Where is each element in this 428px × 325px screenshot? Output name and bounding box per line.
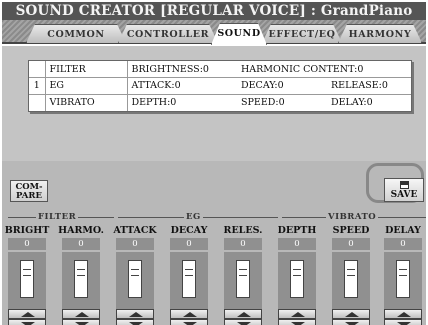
slider-decay[interactable]: DECAY 0 — [164, 221, 214, 325]
slider-knob[interactable] — [236, 260, 250, 298]
row-number — [29, 61, 45, 79]
slider-value: 0 — [62, 238, 100, 250]
up-arrow-button[interactable] — [278, 309, 316, 319]
up-arrow-button[interactable] — [384, 309, 422, 319]
param-value: BRIGHTNESS:0 — [126, 61, 237, 79]
param-value: HARMONIC CONTENT:0 — [237, 61, 411, 79]
up-arrow-button[interactable] — [224, 309, 262, 319]
slider-label: ATTACK — [113, 225, 157, 236]
down-arrow-button[interactable] — [116, 319, 154, 325]
down-arrow-button[interactable] — [224, 319, 262, 325]
slider-label: BRIGHT — [4, 225, 50, 236]
down-arrow-button[interactable] — [170, 319, 208, 325]
down-arrow-button[interactable] — [62, 319, 100, 325]
param-value: DEPTH:0 — [126, 94, 237, 111]
param-name: FILTER — [44, 61, 127, 79]
up-arrow-button[interactable] — [170, 309, 208, 319]
slider-knob[interactable] — [344, 260, 358, 298]
param-value: DELAY:0 — [331, 97, 373, 109]
save-disk-icon — [399, 181, 409, 189]
slider-knob[interactable] — [290, 260, 304, 298]
table-row[interactable]: 1 EG ATTACK:0 DECAY:0 RELEASE:0 — [29, 77, 411, 95]
param-value: ATTACK:0 — [126, 77, 237, 95]
table-row[interactable]: VIBRATO DEPTH:0 SPEED:0 DELAY:0 — [29, 94, 411, 111]
slider-track[interactable] — [278, 252, 316, 312]
slider-knob[interactable] — [128, 260, 142, 298]
compare-button[interactable]: COM- PARE — [10, 180, 48, 202]
save-label: SAVE — [390, 190, 418, 200]
up-arrow-button[interactable] — [8, 309, 46, 319]
tab-strip: COMMON CONTROLLER SOUND EFFECT/EQ HARMON… — [2, 20, 426, 44]
slider-track[interactable] — [384, 252, 422, 312]
screen-title: SOUND CREATOR [REGULAR VOICE] : GrandPia… — [2, 2, 426, 20]
slider-value: 0 — [332, 238, 370, 250]
slider-track[interactable] — [332, 252, 370, 312]
slider-knob[interactable] — [74, 260, 88, 298]
slider-track[interactable] — [116, 252, 154, 312]
tab-harmony[interactable]: HARMONY — [338, 24, 422, 43]
table-row[interactable]: FILTER BRIGHTNESS:0 HARMONIC CONTENT:0 — [29, 61, 411, 79]
up-arrow-button[interactable] — [62, 309, 100, 319]
parameter-table[interactable]: FILTER BRIGHTNESS:0 HARMONIC CONTENT:0 1… — [28, 60, 412, 112]
param-value: SPEED:0 — [241, 97, 285, 109]
tab-controller[interactable]: CONTROLLER — [118, 24, 218, 43]
param-value: RELEASE:0 — [327, 77, 411, 95]
down-arrow-button[interactable] — [332, 319, 370, 325]
slider-track[interactable] — [8, 252, 46, 312]
slider-label: DEPTH — [277, 225, 317, 236]
slider-label: RELES. — [223, 225, 263, 236]
up-arrow-button[interactable] — [116, 309, 154, 319]
tab-common[interactable]: COMMON — [26, 24, 126, 43]
slider-value: 0 — [224, 238, 262, 250]
row-number — [29, 94, 45, 111]
slider-attack[interactable]: ATTACK 0 — [110, 221, 160, 325]
slider-knob[interactable] — [20, 260, 34, 298]
slider-speed[interactable]: SPEED 0 — [326, 221, 376, 325]
slider-value: 0 — [170, 238, 208, 250]
slider-value: 0 — [116, 238, 154, 250]
slider-value: 0 — [384, 238, 422, 250]
slider-track[interactable] — [224, 252, 262, 312]
slider-label: DECAY — [170, 225, 208, 236]
slider-label: DELAY — [385, 225, 421, 236]
slider-track[interactable] — [62, 252, 100, 312]
row-number: 1 — [29, 77, 45, 95]
down-arrow-button[interactable] — [8, 319, 46, 325]
down-arrow-button[interactable] — [278, 319, 316, 325]
slider-harmonic[interactable]: HARMO. 0 — [56, 221, 106, 325]
slider-knob[interactable] — [396, 260, 410, 298]
slider-label: HARMO. — [58, 225, 104, 236]
param-name: EG — [44, 77, 127, 95]
slider-value: 0 — [8, 238, 46, 250]
slider-depth[interactable]: DEPTH 0 — [272, 221, 322, 325]
slider-release[interactable]: RELES. 0 — [218, 221, 268, 325]
slider-delay[interactable]: DELAY 0 — [378, 221, 428, 325]
up-arrow-button[interactable] — [332, 309, 370, 319]
param-name: VIBRATO — [44, 94, 127, 111]
slider-knob[interactable] — [182, 260, 196, 298]
tab-effect-eq[interactable]: EFFECT/EQ — [262, 24, 342, 43]
slider-label: SPEED — [332, 225, 370, 236]
slider-track[interactable] — [170, 252, 208, 312]
save-button[interactable]: SAVE — [384, 178, 424, 202]
slider-value: 0 — [278, 238, 316, 250]
slider-bright[interactable]: BRIGHT 0 — [2, 221, 52, 325]
param-value: DECAY:0 — [237, 77, 327, 95]
tab-sound[interactable]: SOUND — [211, 23, 267, 45]
down-arrow-button[interactable] — [384, 319, 422, 325]
